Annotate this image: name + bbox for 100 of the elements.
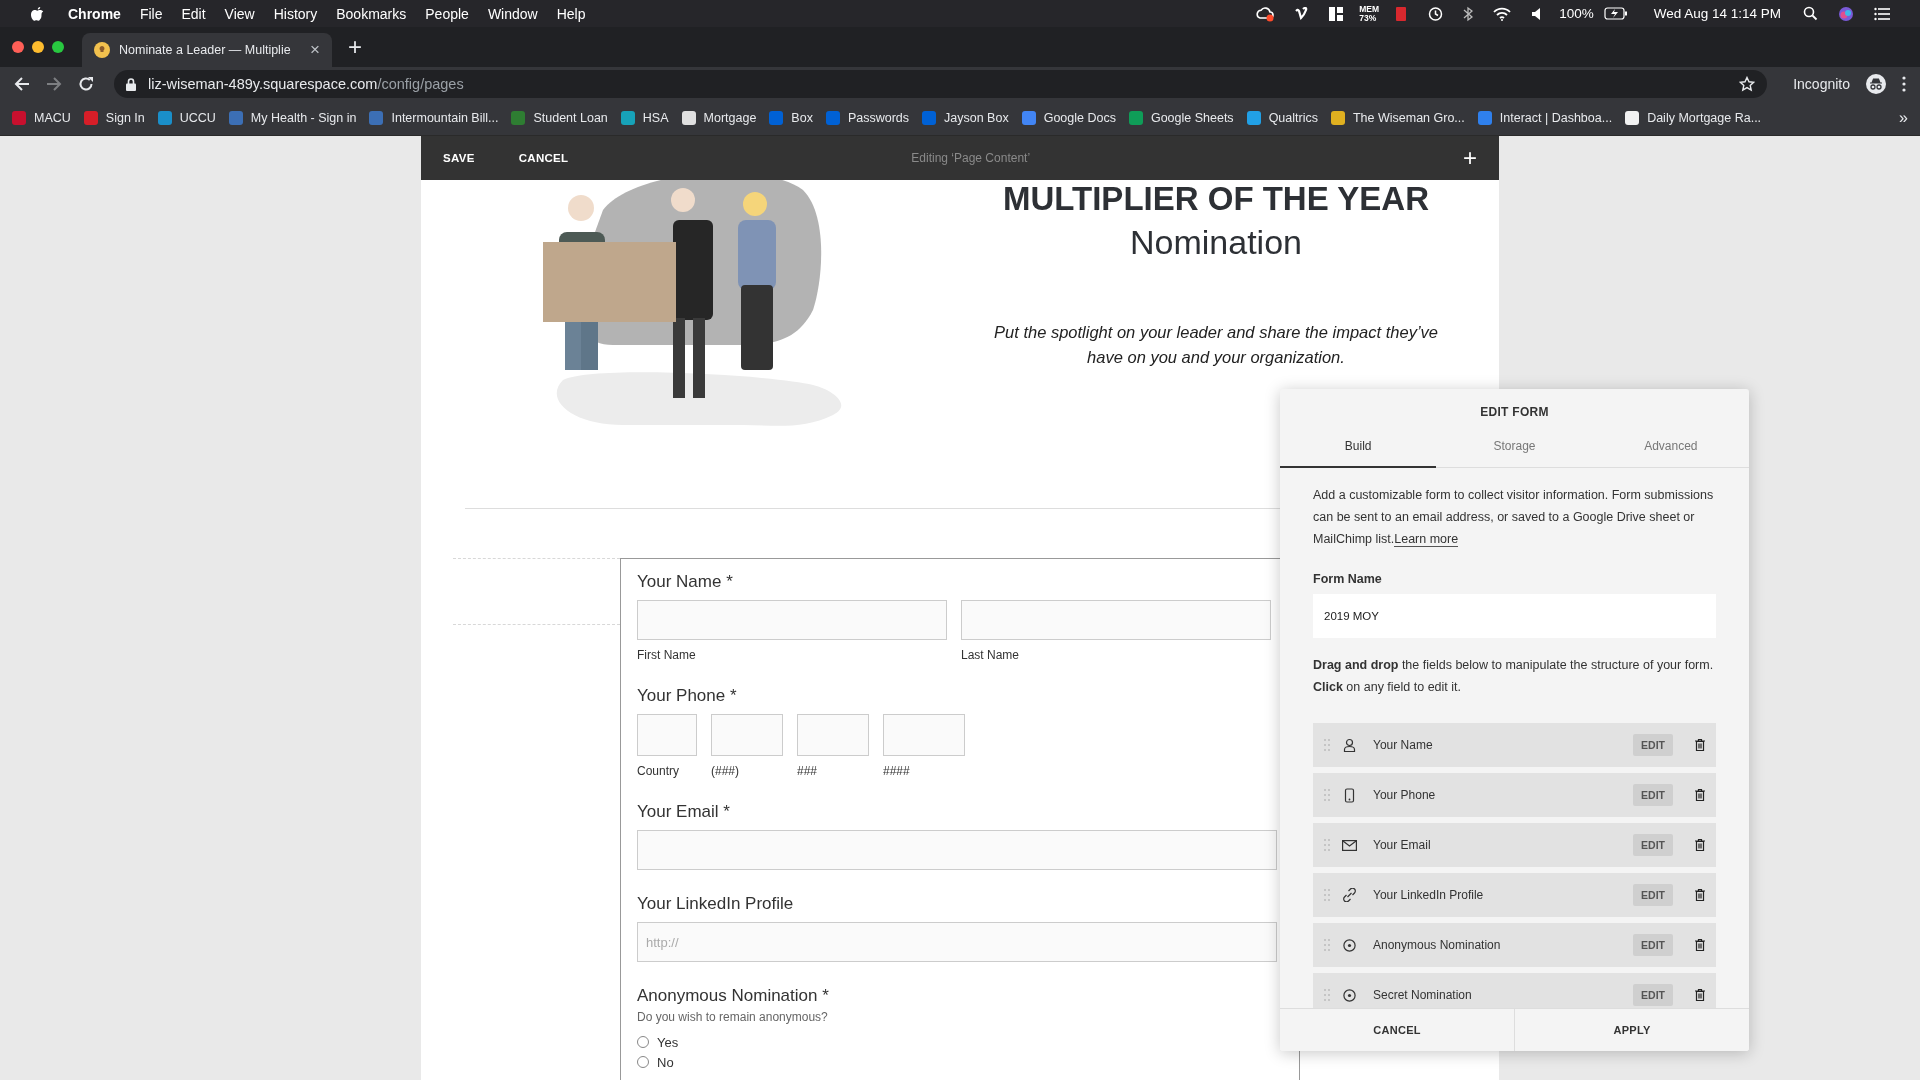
zoom-window-button[interactable] (52, 41, 64, 53)
apple-icon[interactable] (30, 5, 44, 22)
trash-icon[interactable] (1695, 739, 1705, 751)
incognito-label[interactable]: Incognito (1793, 76, 1850, 92)
bookmark[interactable]: UCCU (157, 111, 216, 125)
bookmark[interactable]: Intermountain Bill... (369, 111, 499, 125)
drag-handle-icon[interactable] (1324, 989, 1330, 1001)
trash-icon[interactable] (1695, 789, 1705, 801)
phone-field[interactable] (637, 714, 697, 756)
reload-icon[interactable] (78, 76, 94, 92)
bookmark[interactable]: Qualtrics (1246, 111, 1318, 125)
bookmark[interactable]: Mortgage (681, 111, 757, 125)
panel-button[interactable]: CANCEL (1280, 1009, 1514, 1051)
learn-more-link[interactable]: Learn more (1394, 532, 1459, 547)
menu-item[interactable]: Bookmarks (336, 5, 407, 22)
bookmark[interactable]: Jayson Box (922, 111, 1009, 125)
panel-tab[interactable]: Build (1280, 429, 1437, 468)
star-icon[interactable] (1739, 76, 1756, 92)
minimize-window-button[interactable] (32, 41, 44, 53)
edit-button[interactable]: EDIT (1633, 984, 1673, 1006)
bluetooth-icon[interactable] (1463, 5, 1474, 22)
close-tab-button[interactable]: × (310, 40, 320, 60)
bookmark[interactable]: HSA (620, 111, 669, 125)
add-block-button[interactable]: + (1463, 146, 1477, 170)
app-menu[interactable]: Chrome (68, 5, 121, 22)
form-field-item[interactable]: Your Phone EDIT (1313, 773, 1716, 817)
form-field-item[interactable]: Anonymous Nomination EDIT (1313, 923, 1716, 967)
menu-item[interactable]: Edit (181, 5, 206, 22)
trash-icon[interactable] (1695, 839, 1705, 851)
menu-item[interactable]: Help (556, 5, 586, 22)
save-button[interactable]: SAVE (443, 152, 475, 164)
back-icon[interactable] (14, 76, 30, 92)
menu-item[interactable]: Window (487, 5, 538, 22)
trash-icon[interactable] (1695, 989, 1705, 1001)
cancel-button[interactable]: CANCEL (518, 152, 569, 164)
forward-icon[interactable] (46, 76, 62, 92)
bookmark[interactable]: Google Docs (1021, 111, 1116, 125)
radio-label[interactable]: No (657, 1054, 674, 1070)
book-icon[interactable] (1395, 5, 1408, 22)
battery-icon[interactable] (1603, 7, 1628, 20)
search-icon[interactable] (1803, 6, 1818, 21)
bookmark[interactable]: Google Sheets (1128, 111, 1234, 125)
phone-field[interactable] (711, 714, 783, 756)
menu-item[interactable]: History (273, 5, 318, 22)
close-window-button[interactable] (12, 41, 24, 53)
menu-item[interactable]: File (139, 5, 163, 22)
more-bookmarks-button[interactable]: » (1899, 109, 1908, 127)
edit-button[interactable]: EDIT (1633, 784, 1673, 806)
bookmark[interactable]: Daily Mortgage Ra... (1625, 111, 1762, 125)
drag-handle-icon[interactable] (1324, 839, 1330, 851)
form-field-item[interactable]: Your Email EDIT (1313, 823, 1716, 867)
bookmark[interactable]: Student Loan (511, 111, 608, 125)
edit-button[interactable]: EDIT (1633, 834, 1673, 856)
cloud-icon[interactable] (1255, 5, 1276, 22)
drag-handle-icon[interactable] (1324, 739, 1330, 751)
menu-bar-clock[interactable]: Wed Aug 14 1:14 PM (1653, 6, 1781, 21)
trash-icon[interactable] (1695, 889, 1705, 901)
layout-icon[interactable] (1329, 6, 1344, 21)
text-field[interactable] (637, 600, 947, 640)
bookmark[interactable]: Passwords (825, 111, 910, 125)
phone-field[interactable] (883, 714, 965, 756)
form-field-item[interactable]: Your Name EDIT (1313, 723, 1716, 767)
radio-label[interactable]: Yes (657, 1034, 679, 1050)
address-bar[interactable]: liz-wiseman-489y.squarespace.com/config/pages (114, 70, 1768, 98)
menu-item[interactable]: View (224, 5, 255, 22)
list-icon[interactable] (1874, 6, 1890, 21)
trash-icon[interactable] (1695, 939, 1705, 951)
bookmark[interactable]: Interact | Dashboa... (1477, 111, 1613, 125)
edit-button[interactable]: EDIT (1633, 734, 1673, 756)
more-menu-icon[interactable] (1902, 76, 1906, 92)
drag-handle-icon[interactable] (1324, 889, 1330, 901)
edit-button[interactable]: EDIT (1633, 884, 1673, 906)
menu-item[interactable]: People (425, 5, 469, 22)
orb-icon[interactable] (1838, 5, 1854, 22)
field-sublabel: Last Name (961, 648, 1021, 662)
text-field[interactable] (637, 830, 1277, 870)
form-field-item[interactable]: Secret Nomination EDIT (1313, 973, 1716, 1008)
bookmark[interactable]: Box (769, 111, 813, 125)
v-mark-icon[interactable] (1295, 6, 1310, 21)
bookmark[interactable]: Sign In (83, 111, 145, 125)
drag-handle-icon[interactable] (1324, 789, 1330, 801)
new-tab-button[interactable]: + (348, 33, 362, 61)
bookmark[interactable]: The Wiseman Gro... (1330, 111, 1465, 125)
field-name: Anonymous Nomination (1373, 938, 1502, 952)
panel-tab[interactable]: Storage (1436, 429, 1593, 468)
drag-handle-icon[interactable] (1324, 939, 1330, 951)
panel-button[interactable]: APPLY (1514, 1009, 1749, 1051)
bookmark[interactable]: MACU (12, 111, 71, 125)
incognito-icon[interactable] (1866, 74, 1886, 94)
edit-button[interactable]: EDIT (1633, 934, 1673, 956)
bookmark[interactable]: My Health - Sign in (228, 111, 357, 125)
form-field-item[interactable]: Your LinkedIn Profile EDIT (1313, 873, 1716, 917)
wifi-icon[interactable] (1493, 6, 1512, 21)
panel-tab[interactable]: Advanced (1592, 429, 1749, 468)
phone-field[interactable] (797, 714, 869, 756)
text-field[interactable] (961, 600, 1271, 640)
browser-tab[interactable]: Nominate a Leader — Multiplie × (82, 33, 332, 67)
form-name-field[interactable]: 2019 MOY (1313, 594, 1716, 638)
clock-icon[interactable] (1427, 5, 1444, 22)
text-field[interactable]: http:// (637, 922, 1277, 962)
